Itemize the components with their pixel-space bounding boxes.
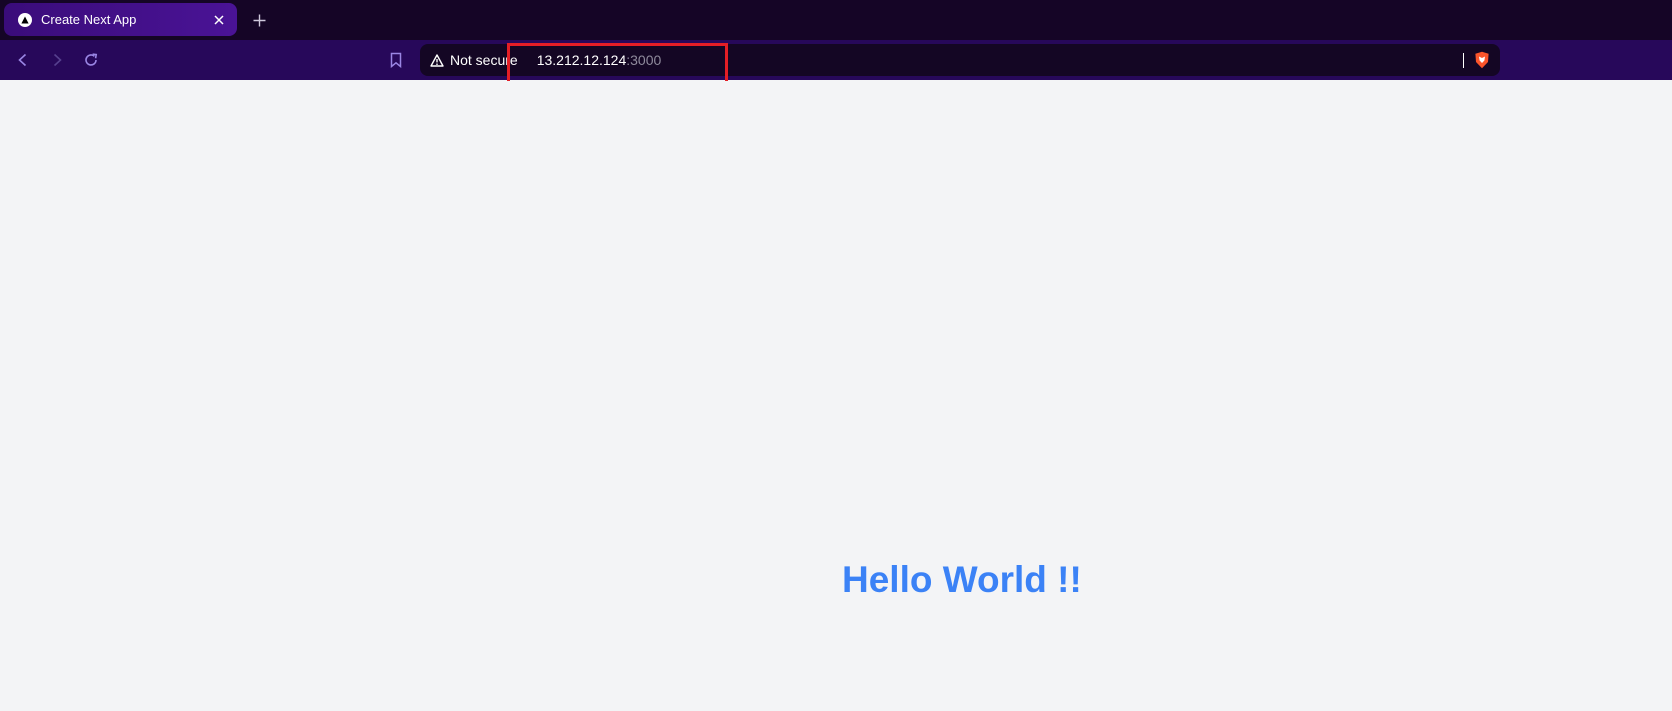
forward-icon[interactable] bbox=[45, 48, 69, 72]
bookmark-icon[interactable] bbox=[384, 48, 408, 72]
page-heading: Hello World !! bbox=[842, 559, 1082, 600]
url-text[interactable]: 13.212.12.124:3000 bbox=[537, 52, 662, 68]
brave-lion-icon[interactable] bbox=[1472, 50, 1492, 70]
back-icon[interactable] bbox=[11, 48, 35, 72]
security-label: Not secure bbox=[450, 52, 518, 68]
address-bar[interactable]: Not secure 13.212.12.124:3000 bbox=[420, 44, 1500, 76]
new-tab-icon[interactable] bbox=[248, 9, 270, 31]
tab-strip: Create Next App bbox=[0, 0, 1672, 40]
browser-toolbar: Not secure 13.212.12.124:3000 bbox=[0, 40, 1672, 80]
warning-triangle-icon bbox=[430, 53, 444, 67]
reload-icon[interactable] bbox=[79, 48, 103, 72]
close-tab-icon[interactable] bbox=[211, 12, 227, 28]
url-port: :3000 bbox=[626, 52, 662, 68]
nextjs-favicon-icon bbox=[18, 12, 32, 27]
url-host: 13.212.12.124 bbox=[536, 52, 627, 68]
tab-title: Create Next App bbox=[41, 12, 137, 27]
browser-tab[interactable]: Create Next App bbox=[4, 3, 237, 36]
omnibox-divider bbox=[1463, 53, 1464, 68]
security-indicator[interactable]: Not secure bbox=[430, 52, 518, 68]
page-content: Hello World !! bbox=[0, 81, 1672, 711]
